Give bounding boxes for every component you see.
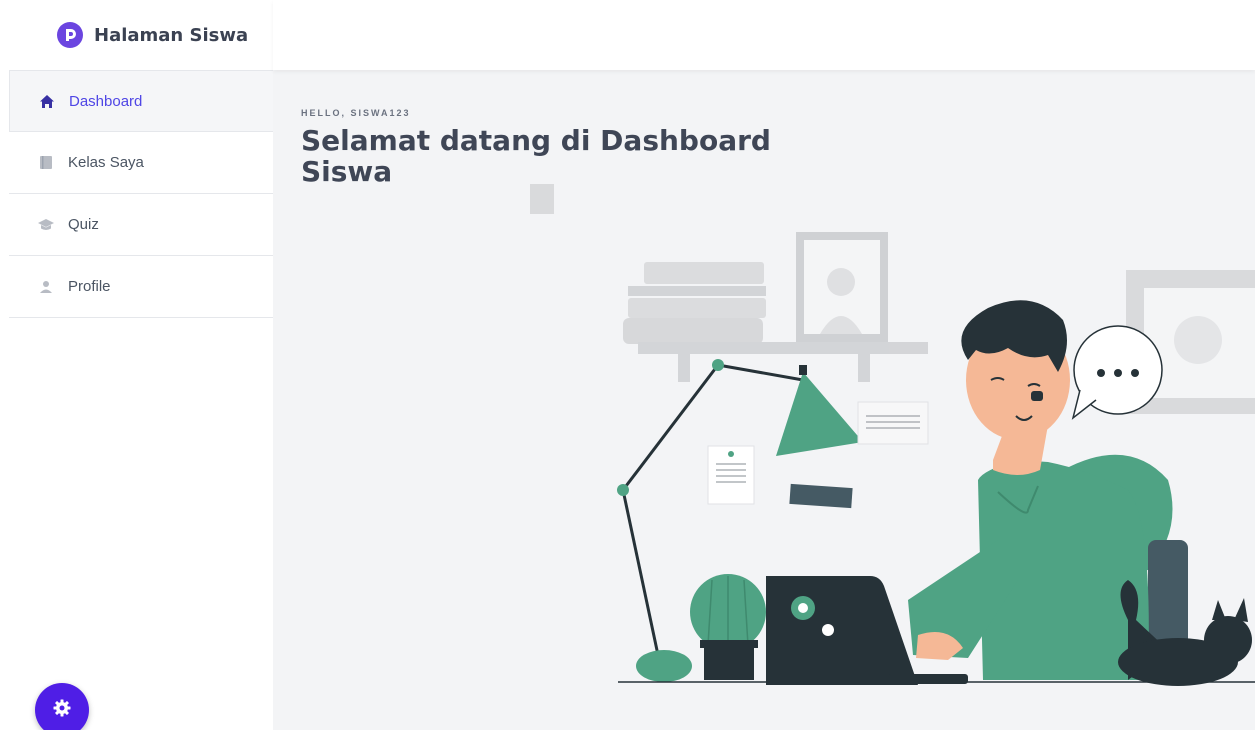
portrait-frame-woman xyxy=(796,232,888,342)
sidebar-item-label: Dashboard xyxy=(69,92,143,110)
home-icon xyxy=(38,92,56,110)
settings-button[interactable] xyxy=(35,683,89,730)
sidebar-item-kelas-saya[interactable]: Kelas Saya xyxy=(9,132,273,194)
sidebar-item-profile[interactable]: Profile xyxy=(9,256,273,318)
sidebar-nav: Dashboard Kelas Saya Quiz Profile xyxy=(9,70,273,318)
top-header-bar xyxy=(273,0,1255,70)
user-icon xyxy=(37,278,55,296)
cactus-plant xyxy=(690,574,766,680)
book-icon xyxy=(37,154,55,172)
gear-icon xyxy=(52,698,72,723)
sidebar-item-label: Quiz xyxy=(68,216,99,233)
sidebar-item-quiz[interactable]: Quiz xyxy=(9,194,273,256)
page-title: Selamat datang di Dashboard Siswa xyxy=(301,124,771,188)
sidebar-item-dashboard[interactable]: Dashboard xyxy=(9,70,273,132)
brand[interactable]: Halaman Siswa xyxy=(0,0,273,70)
brand-logo-icon xyxy=(57,22,83,48)
app-title: Halaman Siswa xyxy=(94,24,249,46)
workspace-illustration xyxy=(530,184,1255,686)
greeting-text: HELLO, SISWA123 xyxy=(301,108,411,118)
sidebar-item-label: Profile xyxy=(68,278,111,295)
sidebar-item-label: Kelas Saya xyxy=(68,154,144,171)
graduation-cap-icon xyxy=(37,216,55,234)
main-content: HELLO, SISWA123 Selamat datang di Dashbo… xyxy=(273,70,1255,730)
sidebar: Halaman Siswa Dashboard Kelas Saya Quiz … xyxy=(0,0,273,730)
